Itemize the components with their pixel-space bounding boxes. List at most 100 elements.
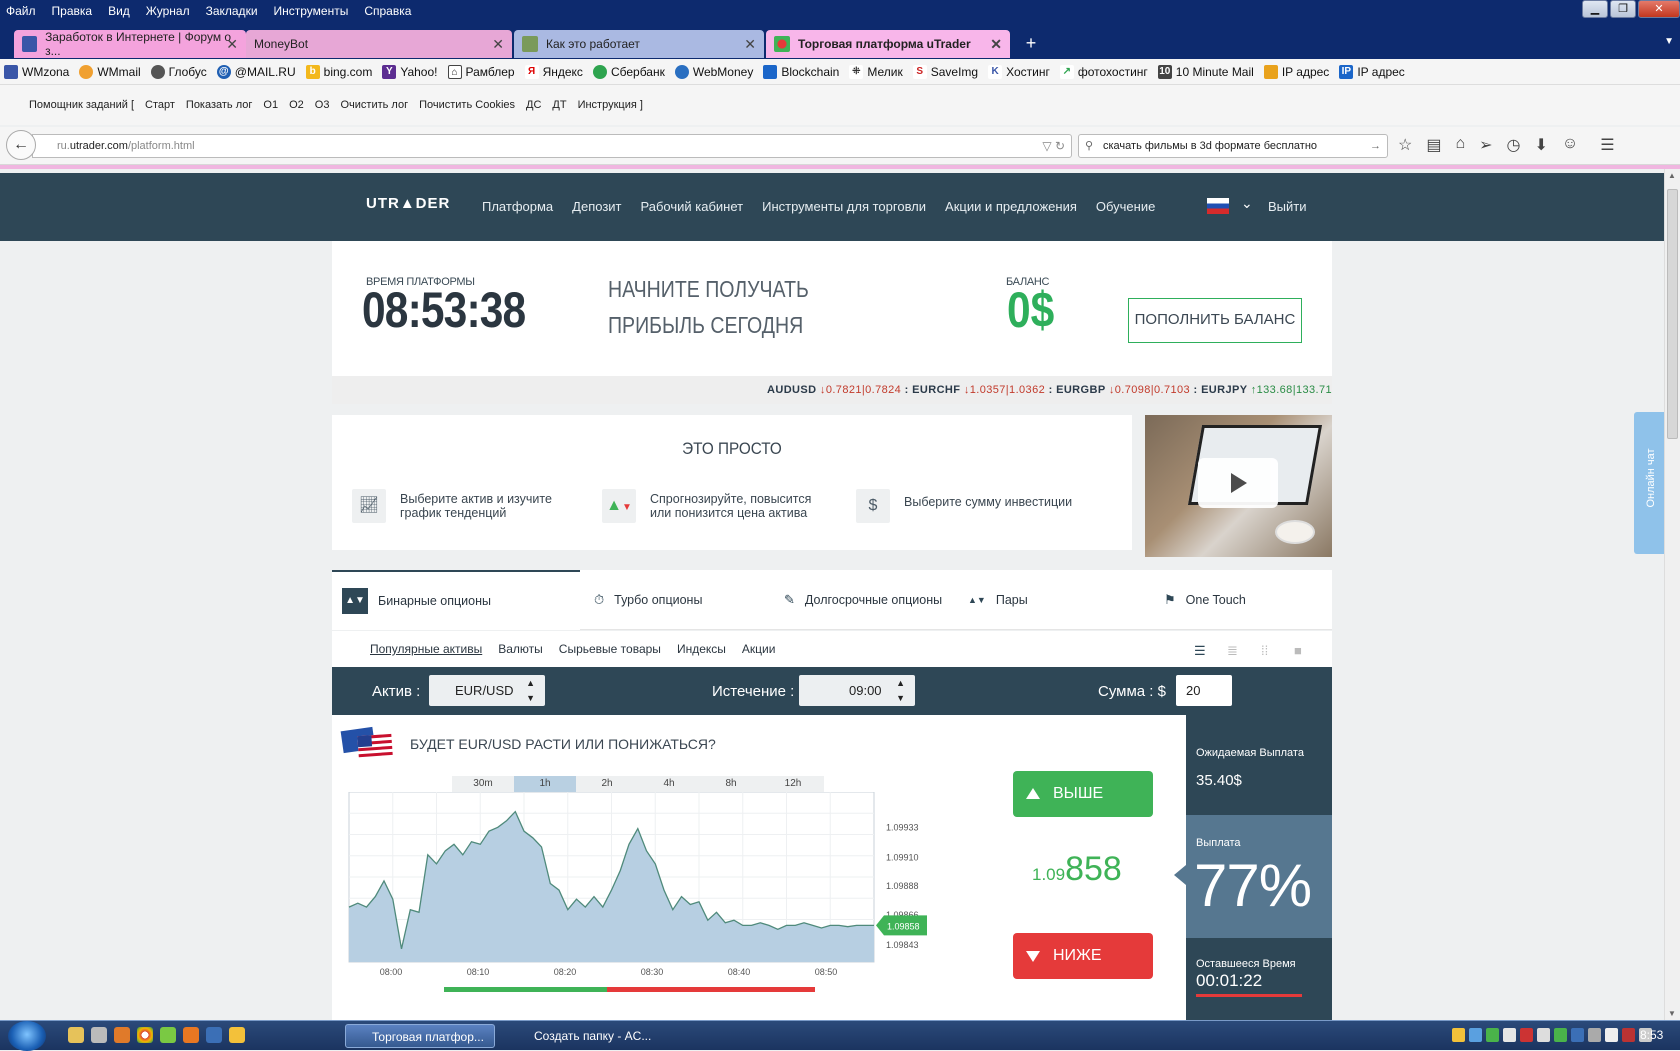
bookmark-wmzona[interactable]: WMzona: [4, 64, 69, 79]
bookmark-globus[interactable]: Глобус: [150, 64, 207, 79]
bookmark-bing[interactable]: b bing.com: [305, 64, 372, 79]
subtab-currencies[interactable]: Валюты: [498, 642, 543, 656]
helper-start[interactable]: Старт: [145, 99, 175, 111]
new-tab-button[interactable]: +: [1020, 32, 1042, 54]
helper-dt[interactable]: ДТ: [552, 99, 566, 111]
helper-ds[interactable]: ДС: [526, 99, 541, 111]
online-chat-button[interactable]: Онлайн чат: [1634, 412, 1664, 554]
nav-tools[interactable]: Инструменты для торговли: [762, 199, 926, 214]
hamburger-menu-icon[interactable]: ☰: [1600, 135, 1614, 155]
tab-longterm[interactable]: ✎ Долгосрочные опционы: [784, 570, 942, 630]
helper-o2[interactable]: O2: [289, 99, 304, 111]
address-bar[interactable]: ru.utrader.com/platform.html ▽ ↻: [32, 134, 1072, 158]
bookmark-yandex[interactable]: Я Яндекс: [524, 64, 583, 79]
bookmark-hosting[interactable]: K Хостинг: [988, 64, 1050, 79]
nav-cabinet[interactable]: Рабочий кабинет: [641, 199, 744, 214]
taskbar-firefox[interactable]: Торговая платфор...: [345, 1024, 495, 1048]
chat-icon[interactable]: ☺: [1562, 135, 1578, 155]
timeframe-12h[interactable]: 12h: [762, 776, 824, 792]
tab-pairs[interactable]: ▲▼ Пары: [968, 570, 1028, 630]
tab-forum[interactable]: Заработок в Интернете | Форум о з... ✕: [14, 30, 246, 58]
russia-flag-icon[interactable]: [1207, 198, 1229, 214]
utrader-logo[interactable]: UTR▲DER: [366, 195, 450, 212]
subtab-stocks[interactable]: Акции: [742, 642, 776, 656]
bookmark-ip1[interactable]: IP адрес: [1263, 64, 1329, 79]
bookmark-yahoo[interactable]: Y Yahoo!: [382, 64, 438, 79]
timeframe-30m[interactable]: 30m: [452, 776, 514, 792]
reading-list-icon[interactable]: ▤: [1426, 135, 1441, 155]
bookmark-rambler[interactable]: ⌂ Рамблер: [447, 64, 515, 79]
bookmark-saveimg[interactable]: S SaveImg: [912, 64, 978, 79]
bookmark-photohosting[interactable]: ↗ фотохостинг: [1059, 64, 1148, 79]
reload-icon[interactable]: ▽ ↻: [1042, 135, 1065, 157]
helper-clear-cookies[interactable]: Почистить Cookies: [419, 99, 515, 111]
restore-icon[interactable]: ❐: [1610, 0, 1636, 18]
home-icon[interactable]: ⌂: [1455, 135, 1465, 155]
minimize-icon[interactable]: ▁: [1582, 0, 1608, 18]
asset-select[interactable]: EUR/USD ▲ ▼: [429, 675, 545, 706]
close-icon[interactable]: ✕: [1638, 0, 1680, 18]
subtab-commodities[interactable]: Сырьевые товары: [559, 642, 661, 656]
expiry-select[interactable]: 09:00 ▲ ▼: [799, 675, 915, 706]
tab-how-it-works[interactable]: Как это работает ✕: [514, 30, 764, 58]
view-list-icon[interactable]: ☰: [1194, 643, 1206, 659]
lower-button[interactable]: НИЖЕ: [1013, 933, 1153, 979]
bookmark-webmoney[interactable]: WebMoney: [674, 64, 753, 79]
helper-clear-log[interactable]: Очистить лог: [340, 99, 408, 111]
firefox-icon[interactable]: [183, 1027, 199, 1043]
menu-tools[interactable]: Инструменты: [266, 4, 357, 18]
send-icon[interactable]: ➢: [1479, 135, 1492, 155]
clock[interactable]: 8:53: [1640, 1028, 1663, 1042]
start-button[interactable]: [8, 1021, 46, 1051]
app-icon[interactable]: [229, 1027, 245, 1043]
view-single-icon[interactable]: ■: [1294, 643, 1302, 658]
bookmark-star-icon[interactable]: ☆: [1398, 135, 1412, 155]
tab-binary[interactable]: ▲▼ Бинарные опционы: [332, 570, 580, 630]
nav-platform[interactable]: Платформа: [482, 199, 553, 214]
helper-o3[interactable]: O3: [315, 99, 330, 111]
download-icon[interactable]: ⬇: [1535, 135, 1548, 155]
menu-help[interactable]: Справка: [356, 4, 419, 18]
bookmark-sberbank[interactable]: Сбербанк: [592, 64, 665, 79]
timeframe-4h[interactable]: 4h: [638, 776, 700, 792]
menu-edit[interactable]: Правка: [44, 4, 101, 18]
page-scrollbar[interactable]: ▲ ▼: [1664, 169, 1680, 1020]
bookmark-10minutemail[interactable]: 10 10 Minute Mail: [1157, 64, 1254, 79]
helper-show-log[interactable]: Показать лог: [186, 99, 253, 111]
tab-one-touch[interactable]: ⚑ One Touch: [1164, 570, 1246, 630]
menu-view[interactable]: Вид: [100, 4, 138, 18]
bookmark-melik[interactable]: ⁜ Мелик: [849, 64, 903, 79]
bookmark-wmmail[interactable]: WMmail: [79, 64, 141, 79]
back-button[interactable]: ←: [6, 130, 36, 160]
scroll-thumb[interactable]: [1667, 189, 1678, 439]
helper-o1[interactable]: O1: [263, 99, 278, 111]
bookmark-mailru[interactable]: @ @MAIL.RU: [216, 64, 296, 79]
app-icon[interactable]: [206, 1027, 222, 1043]
subtab-indices[interactable]: Индексы: [677, 642, 726, 656]
top-up-button[interactable]: ПОПОЛНИТЬ БАЛАНС: [1128, 298, 1302, 343]
timeframe-1h[interactable]: 1h: [514, 776, 576, 792]
helper-instructions[interactable]: Инструкция ]: [578, 99, 643, 111]
logout-link[interactable]: Выйти: [1268, 199, 1307, 214]
tab-utrader[interactable]: Торговая платформа uTrader ✕: [766, 30, 1010, 58]
video-thumbnail[interactable]: [1145, 415, 1332, 557]
tab-list-icon[interactable]: ▼: [1664, 36, 1674, 47]
search-input[interactable]: ⚲ скачать фильмы в 3d формате бесплатно …: [1078, 134, 1388, 158]
explorer-icon[interactable]: [68, 1027, 84, 1043]
chrome-icon[interactable]: [137, 1027, 153, 1043]
chevron-down-icon[interactable]: ⌄: [1241, 195, 1253, 212]
app-icon[interactable]: [160, 1027, 176, 1043]
view-rows-icon[interactable]: ≣: [1227, 643, 1238, 659]
nav-education[interactable]: Обучение: [1096, 199, 1155, 214]
app-icon[interactable]: [91, 1027, 107, 1043]
search-go-icon[interactable]: →: [1370, 135, 1381, 157]
bookmark-blockchain[interactable]: Blockchain: [763, 64, 839, 79]
menu-bookmarks[interactable]: Закладки: [198, 4, 266, 18]
close-tab-icon[interactable]: ✕: [990, 36, 1002, 53]
close-tab-icon[interactable]: ✕: [492, 36, 504, 53]
view-grid-icon[interactable]: ⁞⁞: [1261, 643, 1268, 658]
play-icon[interactable]: [1198, 458, 1278, 508]
menu-history[interactable]: Журнал: [138, 4, 198, 18]
nav-promotions[interactable]: Акции и предложения: [945, 199, 1077, 214]
nav-deposit[interactable]: Депозит: [572, 199, 621, 214]
